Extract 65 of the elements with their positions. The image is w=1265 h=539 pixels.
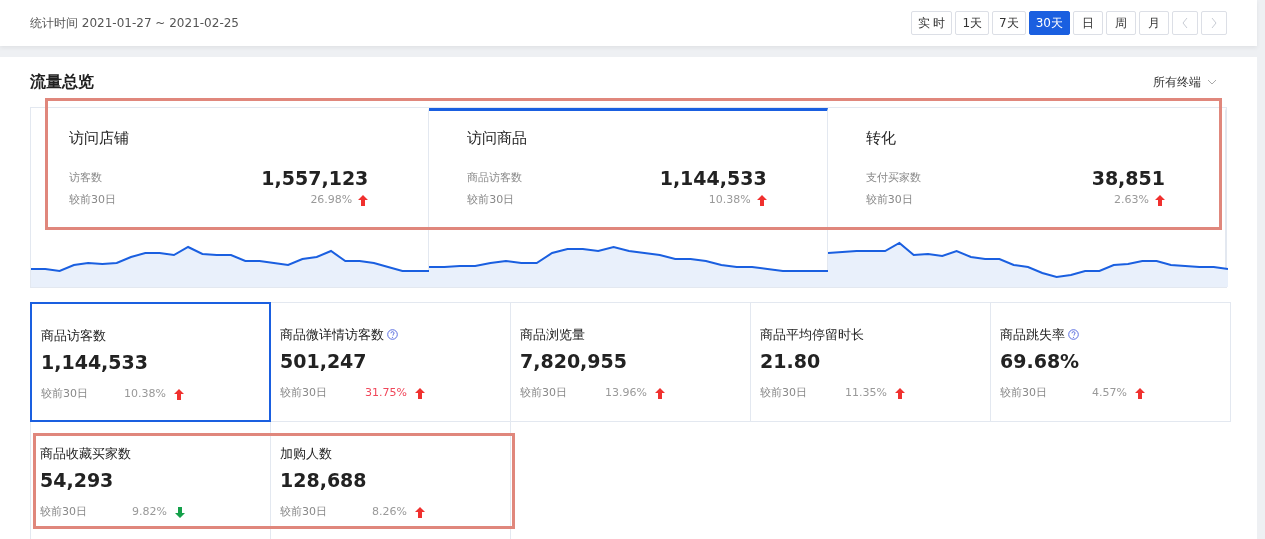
chevron-left-icon	[1181, 17, 1189, 29]
metric-label: 支付买家数	[865, 169, 921, 186]
metric-label: 商品收藏买家数	[40, 445, 131, 463]
compare-label: 较前30日	[280, 504, 327, 520]
metric-value: 128,688	[280, 467, 368, 493]
range-tab[interactable]: 30天	[1028, 11, 1070, 35]
metric-value: 21.80	[760, 348, 822, 374]
card-title: 访问商品	[467, 128, 529, 149]
change-value: 13.96%	[605, 385, 647, 401]
terminal-dropdown[interactable]: 所有终端	[1153, 73, 1201, 91]
compare-label: 较前30日	[40, 504, 87, 520]
metric-card[interactable]: 商品访客数 1,144,533 较前30日 10.38%	[30, 302, 271, 422]
metric-card[interactable]: 商品跳失率 69.68% 较前30日 4.57%	[990, 302, 1231, 422]
metric-card[interactable]: 商品浏览量 7,820,955 较前30日 13.96%	[510, 302, 751, 422]
help-icon[interactable]	[1068, 329, 1079, 341]
metric-label: 商品访客数	[41, 327, 106, 345]
metric-value: 69.68%	[1000, 348, 1081, 374]
overview-card[interactable]: 访问店铺 访客数 1,557,123 较前30日 26.98%	[31, 108, 430, 287]
metric-value: 501,247	[280, 348, 368, 374]
chevron-down-icon[interactable]	[1207, 79, 1217, 85]
help-icon[interactable]	[387, 329, 398, 341]
compare-label: 较前30日	[520, 385, 567, 401]
change-value: 10.38%	[124, 386, 166, 402]
metric-label: 商品跳失率	[1000, 326, 1065, 344]
range-tab[interactable]: 实 时	[910, 11, 953, 35]
range-tab[interactable]: 日	[1073, 11, 1103, 35]
compare-label: 较前30日	[280, 385, 327, 401]
period-label: 统计时间 2021-01-27 ~ 2021-02-25	[30, 15, 239, 32]
change-value: 9.82%	[132, 504, 167, 520]
change-value: 26.98%	[310, 192, 353, 208]
metric-value: 38,851	[1091, 165, 1165, 191]
metric-value: 1,557,123	[261, 165, 369, 191]
range-tab[interactable]: 周	[1106, 11, 1136, 35]
compare-label: 较前30日	[865, 192, 913, 208]
metric-label: 商品微详情访客数	[280, 326, 384, 344]
metric-value: 7,820,955	[520, 348, 628, 374]
change-value: 11.35%	[845, 385, 887, 401]
compare-label: 较前30日	[41, 386, 88, 402]
range-tab[interactable]: 7天	[992, 11, 1026, 35]
overview-card[interactable]: 转化 支付买家数 38,851 较前30日 2.63%	[827, 108, 1226, 287]
range-tab[interactable]: 月	[1139, 11, 1169, 35]
compare-label: 较前30日	[69, 192, 116, 208]
change-value: 31.75%	[365, 385, 407, 401]
card-title: 访问店铺	[69, 128, 130, 149]
change-value: 8.26%	[372, 504, 407, 520]
change-value: 2.63%	[1114, 192, 1149, 208]
compare-label: 较前30日	[1000, 385, 1047, 401]
change-value: 10.38%	[708, 192, 751, 208]
metric-value: 1,144,533	[659, 165, 767, 191]
metric-value: 1,144,533	[41, 349, 149, 375]
panel-title: 流量总览	[30, 71, 94, 93]
range-tab[interactable]: 1天	[955, 11, 990, 35]
metric-card[interactable]: 商品平均停留时长 21.80 较前30日 11.35%	[750, 302, 991, 422]
change-value: 4.57%	[1092, 385, 1127, 401]
chevron-right-icon	[1210, 17, 1218, 29]
metric-value: 54,293	[40, 467, 115, 493]
metric-label: 加购人数	[280, 445, 332, 463]
metric-label: 商品访客数	[467, 169, 523, 186]
compare-label: 较前30日	[760, 385, 807, 401]
compare-label: 较前30日	[467, 192, 515, 208]
overview-card[interactable]: 访问商品 商品访客数 1,144,533 较前30日 10.38%	[429, 108, 828, 287]
metric-label: 商品浏览量	[520, 326, 585, 344]
metric-label: 访客数	[69, 169, 102, 186]
metric-label: 商品平均停留时长	[760, 326, 864, 344]
card-title: 转化	[865, 128, 897, 149]
